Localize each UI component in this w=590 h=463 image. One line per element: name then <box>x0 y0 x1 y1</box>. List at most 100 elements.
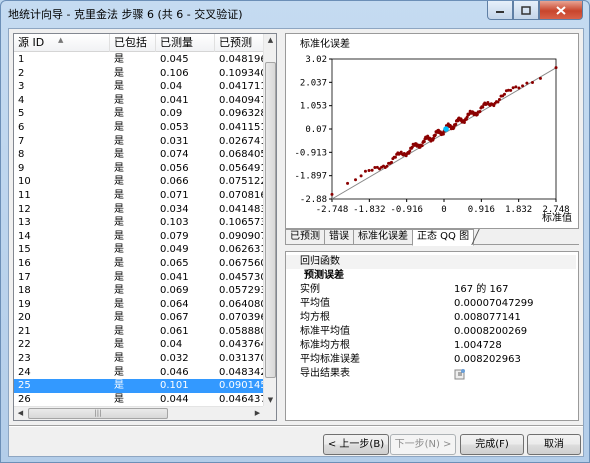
next-button[interactable]: 下一步(N) > <box>390 434 456 455</box>
qq-point <box>554 66 558 70</box>
y-tick-label: -2.88 <box>300 195 327 205</box>
chart-title: 标准化误差 <box>300 37 350 50</box>
title-bar[interactable]: 地统计向导 - 克里金法 步骤 6 (共 6 - 交叉验证) <box>1 1 589 27</box>
table-row[interactable]: 4 是 0.041 0.0409479 <box>14 94 264 108</box>
horizontal-scroll-thumb[interactable]: ||| <box>28 408 168 419</box>
result-value: 1.004728 <box>454 340 502 351</box>
cell-predicted: 0.0409479 <box>219 94 264 106</box>
table-row[interactable]: 13 是 0.103 0.1065732 <box>14 216 264 230</box>
table-row[interactable]: 12 是 0.034 0.0414833 <box>14 203 264 217</box>
column-header-source-id[interactable]: 源 ID ▲ <box>14 34 110 52</box>
cell-included: 是 <box>114 285 124 297</box>
table-row[interactable]: 3 是 0.04 0.0417111 <box>14 80 264 94</box>
scroll-left-icon[interactable]: ◀ <box>14 407 27 420</box>
y-tick-label: 0.07 <box>305 125 327 135</box>
table-row[interactable]: 10 是 0.066 0.0751226 <box>14 175 264 189</box>
table-row[interactable]: 8 是 0.074 0.0684056 <box>14 148 264 162</box>
finish-button[interactable]: 完成(F) <box>460 434 524 455</box>
qq-point <box>496 100 500 104</box>
export-table-icon[interactable] <box>454 368 466 380</box>
result-value: 0.0008200269 <box>454 326 528 337</box>
cell-included: 是 <box>114 149 124 161</box>
tab-standardized-error[interactable]: 标准化误差 <box>353 229 413 245</box>
column-header-predicted[interactable]: 已预测 <box>215 34 264 52</box>
table-row[interactable]: 24 是 0.046 0.0483422 <box>14 366 264 380</box>
table-row[interactable]: 6 是 0.053 0.0411511 <box>14 121 264 135</box>
selected-qq-point <box>443 126 449 132</box>
table-row[interactable]: 1 是 0.045 0.0481963 <box>14 53 264 67</box>
qq-point <box>525 81 529 85</box>
scroll-up-icon[interactable]: ▲ <box>264 34 276 47</box>
wizard-window: 地统计向导 - 克里金法 步骤 6 (共 6 - 交叉验证) 源 ID ▲ 已包… <box>0 0 590 463</box>
horizontal-scrollbar[interactable]: ◀ ||| ▶ <box>14 406 264 420</box>
x-tick-label: -1.832 <box>353 205 386 215</box>
tab-error[interactable]: 错误 <box>324 229 354 245</box>
table-row[interactable]: 11 是 0.071 0.0708162 <box>14 189 264 203</box>
cell-source-id: 18 <box>18 285 31 297</box>
vertical-scroll-thumb[interactable] <box>265 62 276 378</box>
cell-predicted: 0.0640807 <box>219 298 264 310</box>
table-row[interactable]: 14 是 0.079 0.0909079 <box>14 230 264 244</box>
qq-point <box>367 169 371 173</box>
column-header-included[interactable]: 已包括 <box>110 34 156 52</box>
table-row[interactable]: 16 是 0.065 0.0675606 <box>14 257 264 271</box>
cell-source-id: 23 <box>18 353 31 365</box>
cross-validation-table[interactable]: 源 ID ▲ 已包括 已测量 已预测 1是0.0450.04819632是0.1… <box>13 33 277 421</box>
table-row[interactable]: 19 是 0.064 0.0640807 <box>14 298 264 312</box>
qq-point <box>393 155 397 159</box>
tab-normal-qq-plot[interactable]: 正态 QQ 图 <box>412 229 475 246</box>
cell-measured: 0.041 <box>160 94 189 106</box>
table-row[interactable]: 22 是 0.04 0.0437640 <box>14 338 264 352</box>
x-tick-label: -2.748 <box>316 205 349 215</box>
cell-included: 是 <box>114 271 124 283</box>
tab-predicted[interactable]: 已预测 <box>285 229 325 245</box>
cell-measured: 0.034 <box>160 203 189 215</box>
table-row[interactable]: 7 是 0.031 0.0267413 <box>14 135 264 149</box>
cell-measured: 0.061 <box>160 325 189 337</box>
qq-plot-panel: 标准化误差 3.02 2.037 1.053 0.07 -0.913 -1.897 -2.88… <box>285 33 579 229</box>
table-row[interactable]: 9 是 0.056 0.0564917 <box>14 162 264 176</box>
window-title: 地统计向导 - 克里金法 步骤 6 (共 6 - 交叉验证) <box>8 8 243 21</box>
cancel-button[interactable]: 取消 <box>527 434 581 455</box>
cell-included: 是 <box>114 325 124 337</box>
table-row[interactable]: 2 是 0.106 0.1093401 <box>14 67 264 81</box>
qq-point <box>385 164 389 168</box>
result-label: 均方根 <box>300 312 330 323</box>
cell-source-id: 19 <box>18 298 31 310</box>
qq-point <box>363 169 367 173</box>
table-row[interactable]: 5 是 0.09 0.0963285 <box>14 107 264 121</box>
back-button[interactable]: < 上一步(B) <box>323 434 389 455</box>
table-row[interactable]: 21 是 0.061 0.0588802 <box>14 325 264 339</box>
regression-function-row[interactable]: 回归函数 <box>286 255 576 269</box>
table-row[interactable]: 20 是 0.067 0.0703963 <box>14 311 264 325</box>
table-row[interactable]: 26 是 0.044 0.0464371 <box>14 393 264 407</box>
cell-source-id: 8 <box>18 149 25 161</box>
y-tick-label: -0.913 <box>294 148 327 158</box>
cell-predicted: 0.0909079 <box>219 230 264 242</box>
cell-included: 是 <box>114 121 124 133</box>
result-value: 167 的 167 <box>454 284 509 295</box>
vertical-scrollbar[interactable]: ▲ ▼ <box>263 34 276 407</box>
result-value: 0.008202963 <box>454 354 521 365</box>
cell-predicted: 0.0414833 <box>219 203 264 215</box>
table-row[interactable]: 23 是 0.032 0.0313706 <box>14 352 264 366</box>
table-row[interactable]: 17 是 0.041 0.0457307 <box>14 271 264 285</box>
cell-source-id: 11 <box>18 189 31 201</box>
close-button[interactable] <box>539 1 583 20</box>
cell-source-id: 14 <box>18 230 31 242</box>
cell-predicted: 0.0751226 <box>219 176 264 188</box>
column-header-measured[interactable]: 已测量 <box>156 34 215 52</box>
cell-predicted: 0.0267413 <box>219 135 264 147</box>
cell-predicted: 0.0901451 <box>219 380 264 392</box>
x-tick-label: 0 <box>441 205 446 215</box>
minimize-button[interactable] <box>487 1 513 20</box>
maximize-button[interactable] <box>513 1 539 20</box>
cell-measured: 0.04 <box>160 81 183 93</box>
table-row[interactable]: 25 是 0.101 0.0901451 <box>14 379 264 393</box>
cell-included: 是 <box>114 380 124 392</box>
cell-predicted: 0.1065732 <box>219 217 264 229</box>
qq-point <box>433 133 437 137</box>
table-row[interactable]: 15 是 0.049 0.0626319 <box>14 243 264 257</box>
table-row[interactable]: 18 是 0.069 0.0572931 <box>14 284 264 298</box>
cell-source-id: 10 <box>18 176 31 188</box>
